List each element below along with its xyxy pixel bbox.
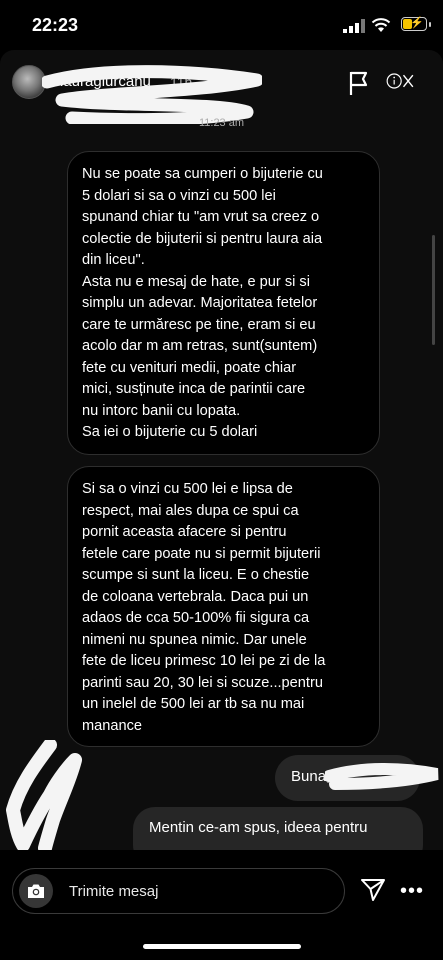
status-time: 22:23 xyxy=(32,15,79,35)
message-input[interactable]: Trimite mesaj xyxy=(12,868,345,914)
battery-icon: ⚡ xyxy=(401,17,427,31)
more-icon[interactable]: ••• xyxy=(400,881,424,901)
status-bar: 22:23 ⚡ xyxy=(0,0,443,50)
avatar[interactable] xyxy=(12,65,46,99)
close-icon[interactable] xyxy=(386,67,414,95)
signal-icon xyxy=(343,19,365,33)
home-indicator[interactable] xyxy=(143,944,301,949)
dm-screen: lauragiurcanu 11h 11:23 am Nu se poate s… xyxy=(0,50,443,850)
message-timestamp: 11:23 am xyxy=(198,117,245,129)
composer-bar: Trimite mesaj ••• xyxy=(0,850,443,960)
input-placeholder: Trimite mesaj xyxy=(69,883,159,900)
send-icon[interactable] xyxy=(360,878,386,902)
received-message[interactable]: Nu se poate sa cumperi o bijuterie cu 5 … xyxy=(67,151,380,455)
sent-message[interactable]: Mentin ce-am spus, ideea pentru xyxy=(133,807,423,850)
scrollbar[interactable] xyxy=(432,235,435,345)
received-message[interactable]: Si sa o vinzi cu 500 lei e lipsa de resp… xyxy=(67,466,380,747)
battery-tip xyxy=(429,22,431,27)
wifi-icon xyxy=(371,18,391,32)
flag-icon[interactable] xyxy=(348,70,370,96)
thread-header: lauragiurcanu 11h xyxy=(0,50,443,124)
redaction-scribble xyxy=(42,65,262,124)
redaction-scribble xyxy=(6,740,82,850)
message-text: Si sa o vinzi cu 500 lei e lipsa de resp… xyxy=(82,481,326,734)
camera-button[interactable] xyxy=(19,874,53,908)
message-text: Mentin ce-am spus, ideea pentru xyxy=(149,819,368,836)
redaction-scribble xyxy=(325,763,439,790)
camera-icon xyxy=(28,884,44,898)
message-text: Nu se poate sa cumperi o bijuterie cu 5 … xyxy=(82,166,323,440)
